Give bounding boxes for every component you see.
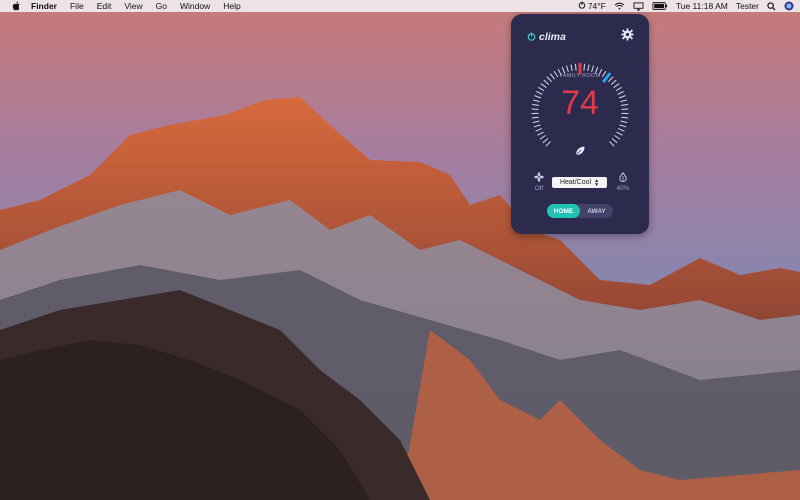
menu-window[interactable]: Window	[180, 0, 210, 12]
menubar-temperature: 74°F	[587, 1, 606, 11]
menu-bar: Finder File Edit View Go Window Help 74°…	[0, 0, 800, 12]
brand-name: clima	[539, 31, 566, 43]
menu-app-finder[interactable]: Finder	[31, 0, 57, 12]
clima-thermostat-widget: clima FAMILY ROOM 74 Off Heat/Cool ▲ ▼ 4…	[511, 14, 649, 234]
clima-power-icon	[527, 28, 536, 46]
current-temperature: 74	[561, 84, 599, 122]
fan-label: Off	[534, 185, 544, 192]
dial-tick	[616, 131, 623, 136]
menu-view[interactable]: View	[124, 0, 142, 12]
gear-icon[interactable]	[621, 28, 634, 41]
dial-tick	[583, 63, 586, 71]
humidity-icon	[618, 171, 628, 184]
dial-tick	[618, 128, 625, 132]
humidity-value: 40%	[616, 185, 630, 192]
menubar-datetime[interactable]: Tue 11:18 AM	[676, 0, 728, 12]
fan-icon	[534, 172, 544, 184]
wallpaper-mountains	[0, 0, 800, 500]
fan-control[interactable]: Off	[529, 172, 549, 192]
dial-tick	[587, 64, 590, 72]
battery-icon[interactable]	[652, 2, 668, 10]
room-label: FAMILY ROOM	[559, 73, 601, 79]
leaf-icon	[574, 144, 586, 156]
mode-select[interactable]: Heat/Cool ▲ ▼	[552, 177, 607, 188]
clima-power-icon	[578, 0, 586, 12]
airplay-icon[interactable]	[633, 1, 644, 11]
siri-icon[interactable]	[784, 1, 794, 11]
chevron-updown-icon: ▲ ▼	[594, 177, 600, 188]
dial-tick	[545, 141, 551, 147]
dial-tick	[574, 63, 577, 71]
dial-tick	[611, 138, 618, 144]
dial-tick	[539, 135, 546, 140]
desktop-wallpaper	[0, 0, 800, 500]
away-button[interactable]: AWAY	[580, 204, 613, 218]
clima-status-item[interactable]: 74°F	[578, 0, 606, 12]
wifi-icon[interactable]	[614, 2, 625, 10]
menubar-user[interactable]: Tester	[736, 0, 759, 12]
dial-tick	[591, 65, 594, 73]
dial-tick	[614, 135, 621, 140]
apple-icon[interactable]	[10, 1, 22, 11]
dial-tick	[542, 138, 549, 144]
dial-tick	[566, 65, 569, 73]
search-icon[interactable]	[767, 1, 776, 11]
dial-tick	[619, 124, 627, 128]
humidity-readout: 40%	[613, 171, 633, 192]
menu-edit[interactable]: Edit	[97, 0, 112, 12]
dial-tick	[570, 64, 573, 72]
dial-tick	[537, 131, 544, 136]
menu-file[interactable]: File	[70, 0, 84, 12]
home-away-toggle[interactable]: HOME AWAY	[547, 204, 613, 218]
mode-value: Heat/Cool	[559, 179, 592, 186]
menu-help[interactable]: Help	[223, 0, 240, 12]
temperature-dial[interactable]	[511, 14, 649, 234]
dial-tick	[609, 141, 615, 147]
clima-brand: clima	[527, 28, 566, 46]
dial-tick	[533, 124, 541, 128]
menu-go[interactable]: Go	[156, 0, 167, 12]
dial-tick	[535, 128, 542, 132]
home-button[interactable]: HOME	[547, 204, 580, 218]
